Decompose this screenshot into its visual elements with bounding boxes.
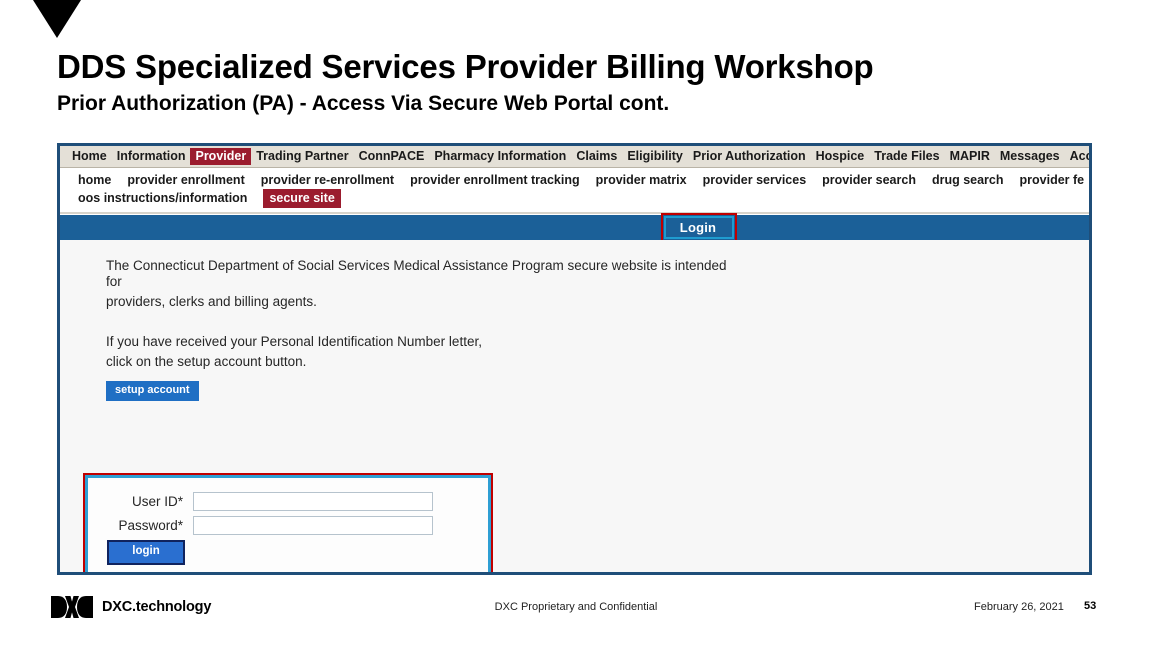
nav-item-pharmacy-information[interactable]: Pharmacy Information <box>429 148 571 165</box>
page-title: DDS Specialized Services Provider Billin… <box>57 48 874 85</box>
nav-item-information[interactable]: Information <box>112 148 191 165</box>
subnav-item-provider-services[interactable]: provider services <box>703 172 807 189</box>
nav-item-prior-authorization[interactable]: Prior Authorization <box>688 148 811 165</box>
nav-item-trade-files[interactable]: Trade Files <box>869 148 944 165</box>
login-form-panel: User ID* Password* login <box>83 473 493 572</box>
login-titlebar: Login <box>60 213 1089 242</box>
sub-navigation-row-2: oos instructions/information secure site <box>78 189 1089 208</box>
intro-text-line-1: The Connecticut Department of Social Ser… <box>106 258 727 289</box>
pin-text-line-2: click on the setup account button. <box>106 354 307 369</box>
main-navigation: Home Information Provider Trading Partner Co… <box>60 146 1089 168</box>
nav-item-account[interactable]: Account <box>1065 148 1089 165</box>
subnav-item-drug-search[interactable]: drug search <box>932 172 1004 189</box>
subnav-item-provider-enrollment[interactable]: provider enrollment <box>127 172 244 189</box>
sub-navigation: home provider enrollment provider re-enrol… <box>60 168 1089 210</box>
triangle-down-icon <box>33 0 81 38</box>
sub-navigation-row-1: home provider enrollment provider re-enrol… <box>78 171 1089 189</box>
nav-item-mapir[interactable]: MAPIR <box>945 148 995 165</box>
footer-date: February 26, 2021 <box>974 601 1064 613</box>
nav-item-connpace[interactable]: ConnPACE <box>354 148 430 165</box>
pin-text-line-1: If you have received your Personal Ident… <box>106 334 482 349</box>
password-row: Password* <box>88 516 488 535</box>
browser-screenshot: Home Information Provider Trading Partner Co… <box>57 143 1092 575</box>
nav-item-hospice[interactable]: Hospice <box>811 148 870 165</box>
userid-label: User ID* <box>131 494 183 509</box>
nav-item-trading-partner[interactable]: Trading Partner <box>251 148 353 165</box>
nav-item-eligibility[interactable]: Eligibility <box>622 148 688 165</box>
nav-item-claims[interactable]: Claims <box>571 148 622 165</box>
nav-item-provider[interactable]: Provider <box>190 148 252 165</box>
subnav-item-provider-matrix[interactable]: provider matrix <box>596 172 687 189</box>
subnav-item-home[interactable]: home <box>78 172 111 189</box>
setup-account-button[interactable]: setup account <box>106 381 199 401</box>
nav-item-messages[interactable]: Messages <box>995 148 1065 165</box>
nav-item-home[interactable]: Home <box>67 148 112 165</box>
userid-row: User ID* <box>88 492 488 511</box>
subnav-item-provider-enrollment-tracking[interactable]: provider enrollment tracking <box>410 172 579 189</box>
login-page-body: The Connecticut Department of Social Ser… <box>60 240 1089 572</box>
subnav-item-provider-fe[interactable]: provider fe <box>1020 172 1085 189</box>
tab-login[interactable]: Login <box>664 217 732 238</box>
intro-text-line-2: providers, clerks and billing agents. <box>106 294 317 309</box>
login-button-row: login <box>88 540 488 565</box>
password-input[interactable] <box>193 516 433 535</box>
subnav-item-oos-instructions-information[interactable]: oos instructions/information <box>78 190 247 207</box>
subnav-item-secure-site[interactable]: secure site <box>263 189 341 208</box>
userid-input[interactable] <box>193 492 433 511</box>
page-subtitle: Prior Authorization (PA) - Access Via Se… <box>57 92 670 115</box>
password-label: Password* <box>118 518 183 533</box>
subnav-item-provider-re-enrollment[interactable]: provider re-enrollment <box>261 172 394 189</box>
login-form-inner: User ID* Password* login <box>88 478 488 572</box>
footer-page-number: 53 <box>1084 600 1097 612</box>
login-button[interactable]: login <box>107 540 185 565</box>
subnav-item-provider-search[interactable]: provider search <box>822 172 916 189</box>
